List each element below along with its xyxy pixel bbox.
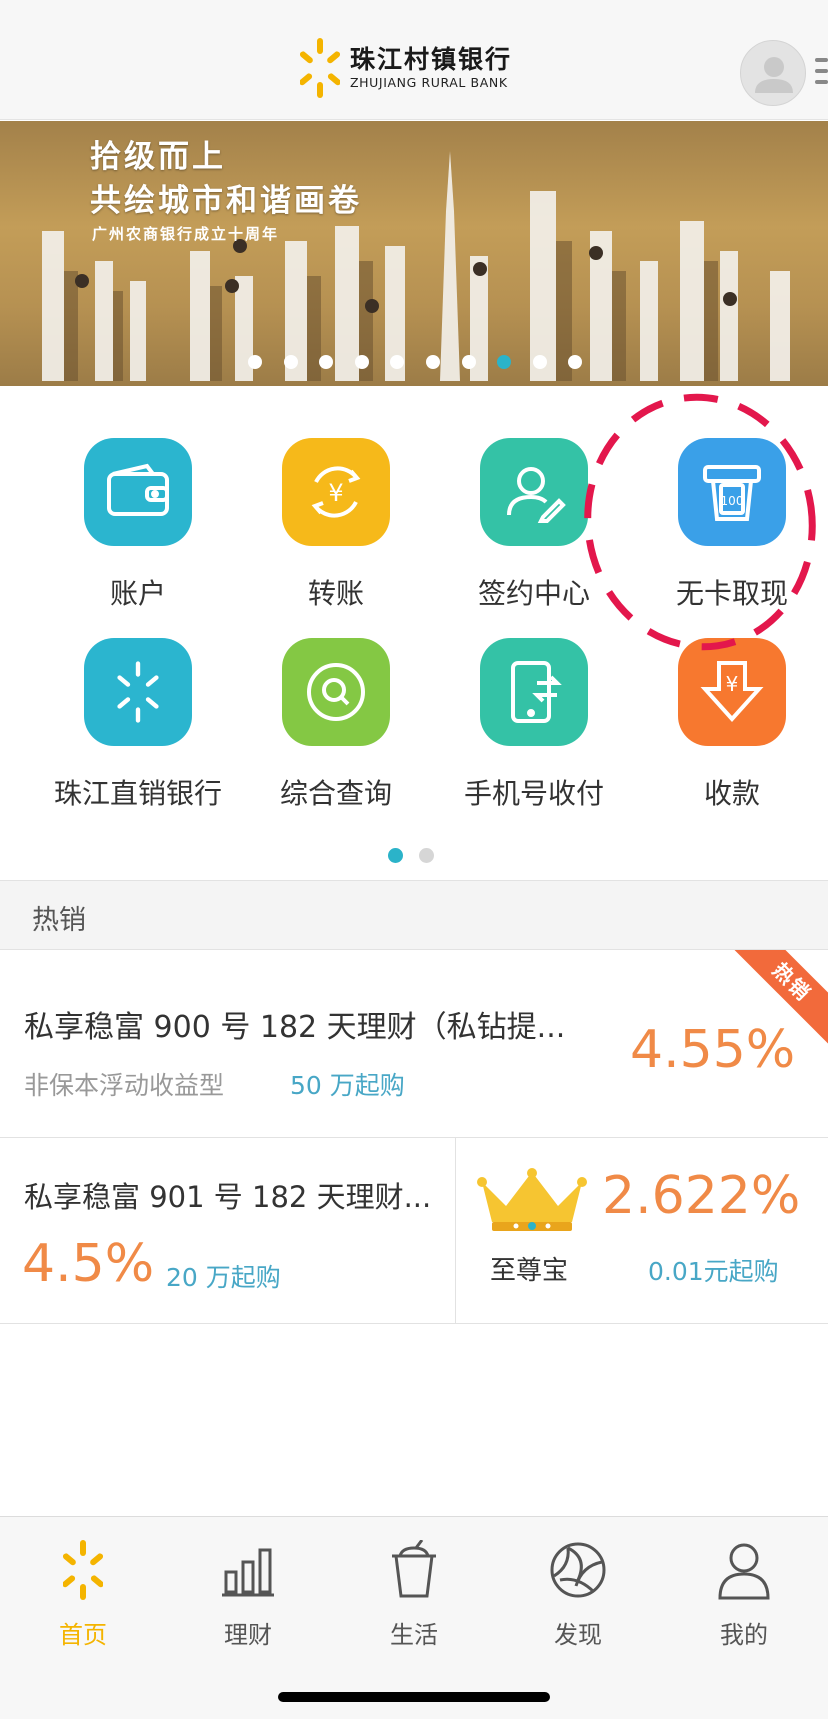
banner-dot[interactable] xyxy=(390,355,405,369)
tab-home[interactable]: 首页 xyxy=(23,1537,143,1650)
app-header: 珠江村镇银行 ZHUJIANG RURAL BANK xyxy=(0,0,828,120)
bank-name-cn: 珠江村镇银行 xyxy=(350,45,513,74)
menu-icon[interactable] xyxy=(815,58,828,90)
service-label: 珠江直销银行 xyxy=(53,777,222,810)
product-rate: 4.5% xyxy=(22,1234,155,1294)
banner-dot[interactable] xyxy=(532,355,547,369)
tab-label: 首页 xyxy=(59,1621,107,1649)
home-indicator xyxy=(278,1692,550,1702)
wallet-icon xyxy=(84,438,192,546)
service-transfer[interactable]: ¥ 转账 xyxy=(236,438,436,612)
direct-bank-icon xyxy=(84,638,192,746)
product-name: 私享稳富 900 号 182 天理财（私钻提... xyxy=(24,1010,566,1045)
banner-pagination xyxy=(248,355,604,369)
banner-dot[interactable] xyxy=(425,355,440,369)
transfer-yuan-icon: ¥ xyxy=(282,438,390,546)
user-avatar-icon xyxy=(755,57,793,93)
product-min-purchase: 50 万起购 xyxy=(290,1071,405,1100)
product-type: 非保本浮动收益型 xyxy=(24,1071,225,1100)
bottom-tab-bar: 首页 理财 生活 发现 我的 xyxy=(0,1516,828,1719)
banner-dot[interactable] xyxy=(319,355,334,369)
phone-transfer-icon xyxy=(480,638,588,746)
service-query[interactable]: 综合查询 xyxy=(236,638,436,812)
section-title: 热销 xyxy=(32,905,86,936)
banner-dot[interactable] xyxy=(248,355,262,369)
product-min-purchase: 0.01元起购 xyxy=(648,1257,779,1286)
banner-title: 拾级而上 共绘城市和谐画卷 xyxy=(90,139,362,219)
pager-dot-active[interactable] xyxy=(388,848,403,863)
tab-label: 生活 xyxy=(390,1621,438,1649)
hot-section-header: 热销 xyxy=(0,880,828,950)
product-card[interactable]: 私享稳富 901 号 182 天理财... 4.5% 20 万起购 xyxy=(0,1138,455,1324)
service-label: 账户 xyxy=(109,577,166,610)
bar-chart-icon xyxy=(218,1537,278,1603)
crown-icon xyxy=(477,1168,587,1231)
promo-banner[interactable]: 拾级而上 共绘城市和谐画卷 广州农商银行成立十周年 xyxy=(0,121,828,386)
pager-dot[interactable] xyxy=(419,848,434,863)
product-rate: 4.55% xyxy=(630,1020,796,1080)
svg-text:¥: ¥ xyxy=(328,479,343,507)
tab-life[interactable]: 生活 xyxy=(354,1537,474,1650)
tab-label: 我的 xyxy=(720,1621,768,1649)
product-min-purchase: 20 万起购 xyxy=(166,1263,281,1292)
query-search-icon xyxy=(282,638,390,746)
bank-logo-icon xyxy=(300,38,340,98)
service-label: 转账 xyxy=(307,577,364,610)
bank-logo: 珠江村镇银行 ZHUJIANG RURAL BANK xyxy=(300,36,512,100)
banner-dot[interactable] xyxy=(568,355,583,369)
tab-finance[interactable]: 理财 xyxy=(188,1537,308,1650)
user-sign-icon xyxy=(480,438,588,546)
svg-text:¥: ¥ xyxy=(726,672,739,696)
service-account[interactable]: 账户 xyxy=(38,438,238,612)
product-row: 私享稳富 901 号 182 天理财... 4.5% 20 万起购 至尊宝 2.… xyxy=(0,1138,828,1324)
service-receive[interactable]: ¥ 收款 xyxy=(632,638,828,812)
banner-dot[interactable] xyxy=(461,355,476,369)
product-name: 私享稳富 901 号 182 天理财... xyxy=(24,1180,432,1214)
service-direct-bank[interactable]: 珠江直销银行 xyxy=(38,638,238,812)
banner-subtitle: 广州农商银行成立十周年 xyxy=(92,225,280,243)
bank-name-en: ZHUJIANG RURAL BANK xyxy=(350,75,508,90)
tab-label: 发现 xyxy=(554,1621,602,1649)
service-phone-transfer[interactable]: 手机号收付 xyxy=(434,638,634,812)
service-pager xyxy=(388,848,450,863)
profile-icon xyxy=(714,1537,774,1603)
banner-dot-active[interactable] xyxy=(497,355,512,369)
dashed-highlight-circle xyxy=(584,393,816,651)
service-label: 收款 xyxy=(703,777,760,810)
product-rate: 2.622% xyxy=(602,1166,801,1226)
service-label: 手机号收付 xyxy=(463,777,604,810)
tab-mine[interactable]: 我的 xyxy=(684,1537,804,1650)
product-name: 至尊宝 xyxy=(490,1256,569,1286)
cup-icon xyxy=(384,1537,444,1603)
discover-aperture-icon xyxy=(548,1537,608,1603)
banner-dot[interactable] xyxy=(354,355,369,369)
product-card[interactable]: 私享稳富 900 号 182 天理财（私钻提... 非保本浮动收益型 50 万起… xyxy=(0,950,828,1138)
tab-label: 理财 xyxy=(224,1621,272,1649)
product-card-zhizunbao[interactable]: 至尊宝 2.622% 0.01元起购 xyxy=(456,1138,828,1324)
home-logo-icon xyxy=(53,1537,113,1603)
tab-discover[interactable]: 发现 xyxy=(518,1537,638,1650)
service-label: 综合查询 xyxy=(279,777,392,810)
banner-dot[interactable] xyxy=(283,355,298,369)
avatar-button[interactable] xyxy=(740,40,806,106)
